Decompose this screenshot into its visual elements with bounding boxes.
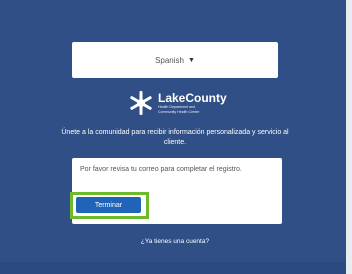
existing-account-link[interactable]: ¿Ya tienes una cuenta? xyxy=(100,238,250,245)
confirmation-message: Por favor revisa tu correo para completa… xyxy=(80,166,242,173)
logo-name: LakeCounty xyxy=(158,91,227,105)
bottom-shade xyxy=(0,262,346,274)
page-background: Spanish ▼ LakeCounty Health Department a… xyxy=(0,0,346,274)
caret-down-icon: ▼ xyxy=(187,56,195,64)
finish-button[interactable]: Terminar xyxy=(76,197,141,213)
snowflake-star-icon xyxy=(130,91,152,115)
tagline: Únete a la comunidad para recibir inform… xyxy=(61,129,289,146)
language-selector-value: Spanish xyxy=(155,55,184,65)
language-selector[interactable]: Spanish ▼ xyxy=(72,42,278,78)
logo-subtitle-2: Community Health Center xyxy=(158,109,200,114)
right-edge xyxy=(346,0,352,274)
lake-county-logo: LakeCounty Health Department and Communi… xyxy=(128,86,238,120)
